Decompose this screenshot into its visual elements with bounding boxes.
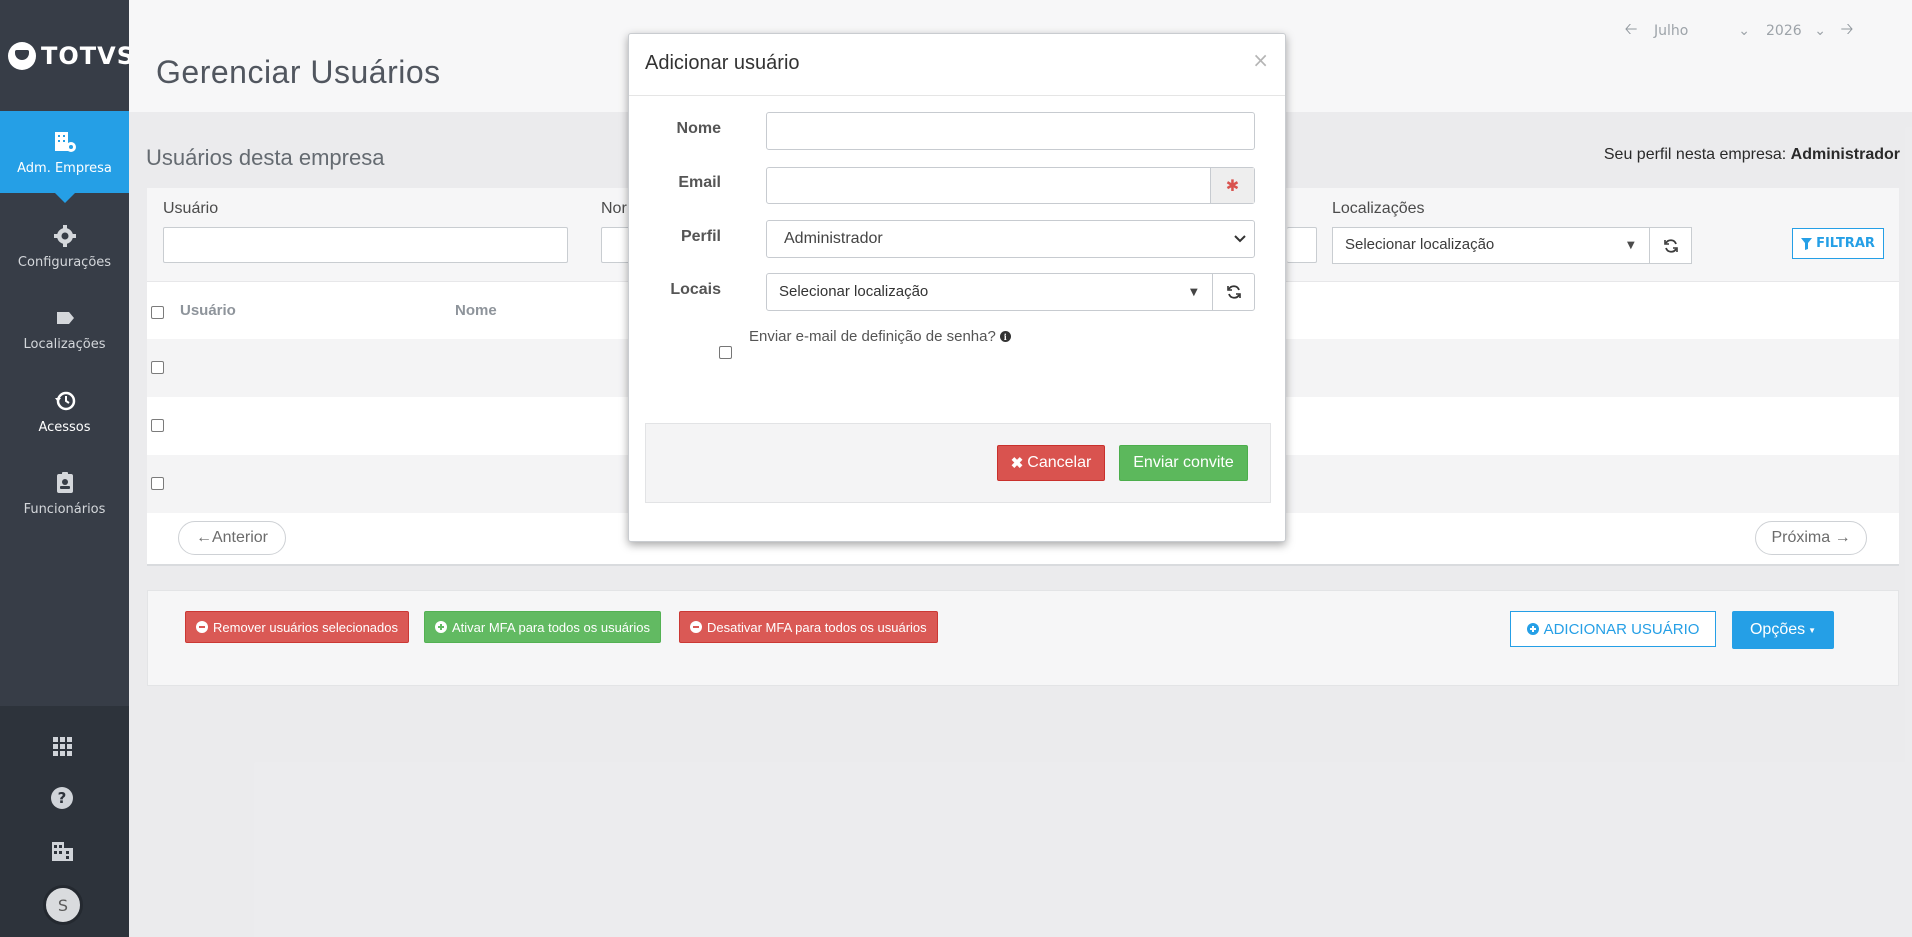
modal-footer: ✖ Cancelar Enviar convite (645, 423, 1271, 503)
email-label: Email (678, 174, 721, 191)
cancel-button[interactable]: ✖ Cancelar (997, 445, 1105, 481)
required-asterisk-icon: ✱ (1210, 168, 1254, 203)
email-field-group: ✱ (766, 167, 1255, 204)
locais-label: Locais (670, 281, 721, 298)
modal-title: Adicionar usuário (645, 52, 800, 74)
send-password-email-text: Enviar e-mail de definição de senha? (749, 328, 996, 345)
send-password-email-label: Enviar e-mail de definição de senha? i (749, 328, 1011, 345)
add-user-modal: Adicionar usuário × Nome Email ✱ Perfil … (628, 33, 1286, 542)
refresh-icon (1226, 285, 1241, 299)
email-input[interactable] (767, 168, 1210, 203)
perfil-select[interactable]: Administrador (766, 220, 1255, 258)
locais-select[interactable]: Selecionar localização ▼ (766, 273, 1255, 311)
nome-label: Nome (676, 120, 721, 137)
perfil-value: Administrador (784, 230, 883, 247)
caret-down-icon: ▼ (1190, 286, 1198, 298)
modal-header: Adicionar usuário × (629, 34, 1285, 96)
locais-refresh-button[interactable] (1212, 274, 1254, 310)
info-icon[interactable]: i (999, 331, 1011, 342)
send-invite-button[interactable]: Enviar convite (1119, 445, 1248, 481)
close-icon[interactable]: × (1252, 48, 1269, 72)
chevron-down-icon (1234, 235, 1246, 243)
perfil-label: Perfil (680, 228, 721, 245)
nome-input[interactable] (766, 112, 1255, 150)
close-icon: ✖ (1010, 455, 1024, 472)
locais-placeholder: Selecionar localização (779, 283, 929, 300)
cancel-label: Cancelar (1027, 454, 1092, 471)
send-password-email-checkbox[interactable] (719, 346, 732, 359)
